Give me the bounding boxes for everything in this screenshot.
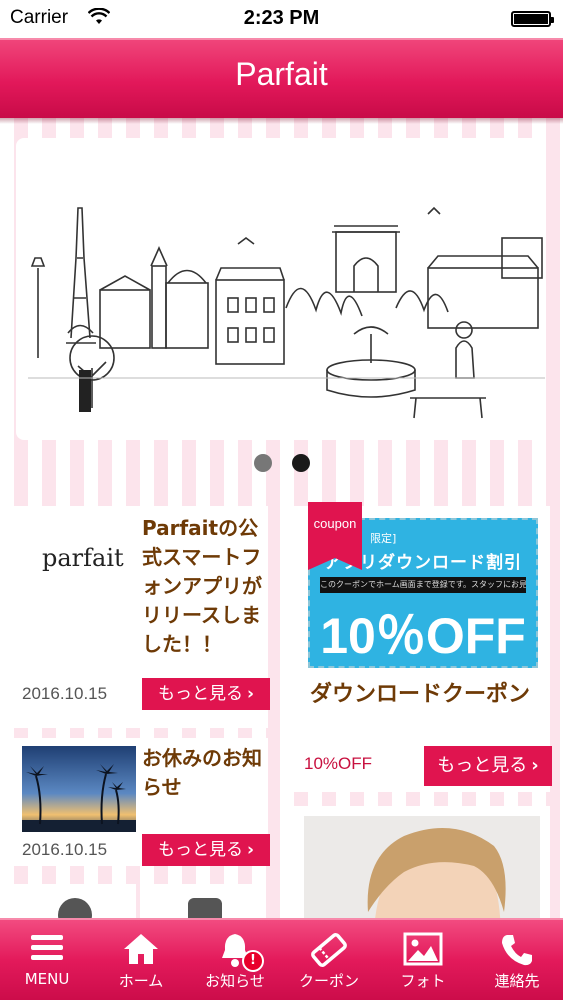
- chevron-right-icon: ›: [246, 684, 254, 704]
- menu-icon: [0, 932, 94, 970]
- coupon-card[interactable]: 限定] アプリダウンロード割引 このクーポンでホーム画面まで登録です。スタッフに…: [294, 502, 552, 792]
- tab-news[interactable]: ! お知らせ: [188, 920, 282, 1000]
- facebook-icon: [188, 898, 222, 918]
- photo-icon: [376, 932, 470, 970]
- tab-label: フォト: [400, 972, 446, 990]
- news-title[interactable]: お休みのお知らせ: [142, 744, 264, 802]
- more-button-label: もっと見る: [157, 840, 243, 860]
- tab-label: お知らせ: [205, 972, 265, 990]
- tab-coupon[interactable]: クーポン: [282, 920, 376, 1000]
- coupon-discount: 10%OFF: [304, 754, 373, 773]
- tab-photo[interactable]: フォト: [376, 920, 470, 1000]
- hero-slider[interactable]: [16, 138, 545, 440]
- tab-label: MENU: [24, 970, 70, 988]
- globe-icon: [58, 898, 92, 918]
- news-date: 2016.10.15: [22, 840, 108, 859]
- coupon-title[interactable]: ダウンロードクーポン: [310, 678, 546, 711]
- home-icon: [94, 932, 188, 970]
- chevron-right-icon: ›: [246, 840, 254, 860]
- bottom-tab-bar: MENU ホーム ! お知らせ クーポン フォト 連絡先: [0, 918, 563, 1000]
- header-shadow: [0, 118, 563, 124]
- more-button-label: もっと見る: [157, 684, 243, 704]
- coupon-banner-percent: 10％OFF: [320, 608, 526, 664]
- tab-label: クーポン: [298, 972, 359, 990]
- more-button[interactable]: もっと見る ›: [142, 678, 270, 710]
- coupon-ribbon-icon: coupon: [308, 502, 362, 570]
- coupon-banner-note: このクーポンでホーム画面まで登録です。スタッフにお見せください: [320, 577, 526, 593]
- tab-label: 連絡先: [494, 972, 540, 990]
- news-date: 2016.10.15: [22, 684, 108, 703]
- phone-icon: [470, 932, 563, 970]
- menu-card[interactable]: [12, 884, 136, 918]
- more-button[interactable]: もっと見る ›: [142, 834, 270, 866]
- slider-dot[interactable]: [253, 454, 272, 472]
- staff-photo: [304, 816, 540, 918]
- news-card[interactable]: お休みのお知らせ 2016.10.15 もっと見る ›: [12, 738, 270, 866]
- more-button-label: もっと見る: [437, 755, 528, 776]
- news-title[interactable]: Parfaitの公式スマートフォンアプリがリリースしました！！: [142, 514, 264, 659]
- tab-home[interactable]: ホーム: [94, 920, 188, 1000]
- slider-pagination[interactable]: [0, 454, 563, 472]
- app-title: Parfait: [235, 56, 328, 92]
- photo-card[interactable]: [294, 806, 550, 918]
- coupon-tag: 限定]: [370, 532, 397, 545]
- app-header: Parfait: [0, 38, 563, 118]
- menu-card[interactable]: [142, 884, 266, 918]
- coupon-ribbon-label: coupon: [313, 516, 357, 531]
- tab-label: ホーム: [118, 972, 164, 990]
- bell-icon: [188, 932, 282, 970]
- notification-badge: !: [242, 950, 264, 972]
- news-thumbnail-sunset: [22, 746, 136, 832]
- chevron-right-icon: ›: [531, 755, 539, 776]
- ticket-icon: [282, 932, 376, 970]
- clock: 2:23 PM: [243, 7, 320, 29]
- paris-illustration: [28, 206, 545, 419]
- more-button[interactable]: もっと見る ›: [424, 746, 552, 786]
- status-bar: Carrier 2:23 PM: [0, 0, 563, 38]
- slider-dot-active[interactable]: [291, 454, 310, 472]
- news-thumbnail-logo: parfait: [42, 544, 124, 572]
- news-card[interactable]: parfait Parfaitの公式スマートフォンアプリがリリースしました！！ …: [12, 506, 270, 728]
- tab-contact[interactable]: 連絡先: [470, 920, 563, 1000]
- tab-menu[interactable]: MENU: [0, 920, 94, 1000]
- main-content[interactable]: parfait Parfaitの公式スマートフォンアプリがリリースしました！！ …: [0, 118, 563, 918]
- battery-icon: [511, 11, 554, 27]
